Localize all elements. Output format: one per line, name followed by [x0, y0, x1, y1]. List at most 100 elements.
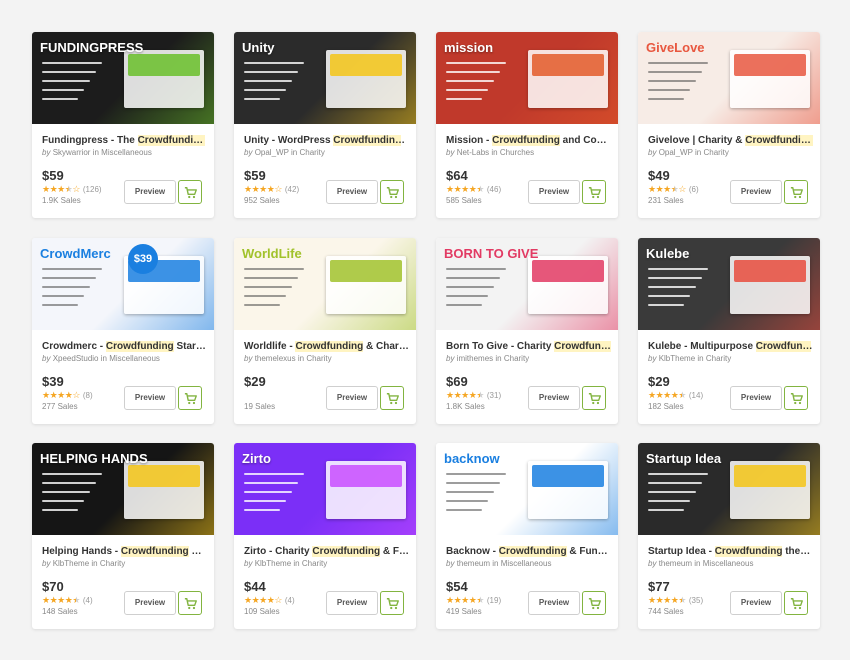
thumbnail-logo: mission — [444, 40, 494, 55]
add-to-cart-button[interactable] — [178, 591, 202, 615]
product-thumbnail[interactable]: HELPING HANDS — [32, 443, 214, 535]
product-thumbnail[interactable]: FUNDINGPRESS — [32, 32, 214, 124]
review-count: (4) — [284, 596, 295, 605]
product-thumbnail[interactable]: CrowdMerc $39 — [32, 238, 214, 330]
author-link[interactable]: KlbTheme — [255, 559, 291, 568]
product-title[interactable]: Born To Give - Charity Crowdfunding... — [446, 341, 611, 352]
author-link[interactable]: Skywarrior — [53, 148, 91, 157]
product-thumbnail[interactable]: BORN TO GIVE — [436, 238, 618, 330]
thumbnail-text-line — [42, 268, 102, 270]
add-to-cart-button[interactable] — [582, 591, 606, 615]
review-count: (4) — [82, 596, 93, 605]
thumbnail-text-line — [244, 89, 286, 91]
author-link[interactable]: XpeedStudio — [53, 354, 99, 363]
by-text: by — [244, 148, 253, 157]
add-to-cart-button[interactable] — [582, 180, 606, 204]
thumbnail-text-line — [244, 482, 298, 484]
thumbnail-screen-accent — [128, 54, 200, 76]
thumbnail-text-line — [648, 295, 690, 297]
author-link[interactable]: KlbTheme — [53, 559, 89, 568]
star-rating: ★★★★☆ (4) — [244, 595, 295, 606]
product-card: FUNDINGPRESS Fundingpress - The Crowdfund… — [32, 32, 214, 218]
thumbnail-text-line — [42, 500, 84, 502]
add-to-cart-button[interactable] — [380, 591, 404, 615]
category-link[interactable]: Charity — [703, 148, 728, 157]
product-thumbnail[interactable]: Unity — [234, 32, 416, 124]
preview-button[interactable]: Preview — [528, 180, 580, 204]
category-link[interactable]: Charity — [706, 354, 731, 363]
category-link[interactable]: Charity — [100, 559, 125, 568]
add-to-cart-button[interactable] — [784, 591, 808, 615]
thumbnail-text-line — [446, 491, 494, 493]
author-link[interactable]: KlbTheme — [659, 354, 695, 363]
product-title[interactable]: Backnow - Crowdfunding & Fundra... — [446, 546, 611, 557]
preview-button[interactable]: Preview — [528, 591, 580, 615]
star-icon: ★ — [461, 390, 469, 400]
title-highlight: Crowdfunding — [714, 546, 783, 557]
product-title[interactable]: Givelove | Charity & Crowdfunding ... — [648, 135, 813, 146]
product-title[interactable]: Worldlife - Crowdfunding & Charity... — [244, 341, 409, 352]
product-title[interactable]: Unity - WordPress Crowdfunding T... — [244, 135, 409, 146]
preview-button[interactable]: Preview — [326, 386, 378, 410]
title-highlight: Crowdfunding — [295, 341, 364, 352]
author-link[interactable]: imithemes — [457, 354, 493, 363]
author-link[interactable]: Opal_WP — [255, 148, 289, 157]
preview-button[interactable]: Preview — [730, 180, 782, 204]
thumbnail-text-line — [446, 473, 506, 475]
preview-button[interactable]: Preview — [730, 591, 782, 615]
category-link[interactable]: Charity — [299, 148, 324, 157]
add-to-cart-button[interactable] — [784, 386, 808, 410]
product-thumbnail[interactable]: Zirto — [234, 443, 416, 535]
preview-button[interactable]: Preview — [124, 180, 176, 204]
product-thumbnail[interactable]: GiveLove — [638, 32, 820, 124]
product-thumbnail[interactable]: backnow — [436, 443, 618, 535]
add-to-cart-button[interactable] — [582, 386, 606, 410]
title-highlight: Crowdfunding — [105, 341, 174, 352]
product-thumbnail[interactable]: mission — [436, 32, 618, 124]
category-link[interactable]: Miscellaneous — [101, 148, 152, 157]
category-link[interactable]: Miscellaneous — [703, 559, 754, 568]
in-text: in — [100, 354, 107, 363]
product-thumbnail[interactable]: Kulebe — [638, 238, 820, 330]
category-link[interactable]: Charity — [504, 354, 529, 363]
category-link[interactable]: Miscellaneous — [109, 354, 160, 363]
thumbnail-text-line — [42, 295, 84, 297]
author-link[interactable]: themelexus — [255, 354, 296, 363]
preview-button[interactable]: Preview — [528, 386, 580, 410]
preview-button[interactable]: Preview — [730, 386, 782, 410]
product-thumbnail[interactable]: Startup Idea — [638, 443, 820, 535]
add-to-cart-button[interactable] — [380, 386, 404, 410]
add-to-cart-button[interactable] — [178, 180, 202, 204]
product-title[interactable]: Startup Idea - Crowdfunding them... — [648, 546, 813, 557]
category-link[interactable]: Churches — [500, 148, 534, 157]
product-title[interactable]: Crowdmerc - Crowdfunding Startu... — [42, 341, 207, 352]
review-count: (8) — [82, 391, 93, 400]
product-title[interactable]: Zirto - Charity Crowdfunding & Fun... — [244, 546, 409, 557]
add-to-cart-button[interactable] — [784, 180, 808, 204]
preview-button[interactable]: Preview — [124, 591, 176, 615]
thumbnail-text-line — [446, 268, 506, 270]
thumbnail-text-line — [244, 268, 304, 270]
product-title[interactable]: Kulebe - Multipurpose Crowdfundi... — [648, 341, 813, 352]
author-link[interactable]: themeum — [457, 559, 490, 568]
author-link[interactable]: Net-Labs — [457, 148, 489, 157]
preview-button[interactable]: Preview — [326, 180, 378, 204]
preview-button[interactable]: Preview — [326, 591, 378, 615]
category-link[interactable]: Charity — [302, 559, 327, 568]
category-link[interactable]: Charity — [306, 354, 331, 363]
thumbnail-text-line — [42, 482, 96, 484]
product-title[interactable]: Fundingpress - The Crowdfunding ... — [42, 135, 207, 146]
product-title[interactable]: Mission - Crowdfunding and Comm... — [446, 135, 611, 146]
star-icon: ☆ — [72, 184, 80, 194]
product-price: $59 — [42, 168, 64, 183]
preview-button[interactable]: Preview — [124, 386, 176, 410]
product-title[interactable]: Helping Hands - Crowdfunding Ch... — [42, 546, 207, 557]
add-to-cart-button[interactable] — [178, 386, 202, 410]
author-link[interactable]: Opal_WP — [659, 148, 693, 157]
author-link[interactable]: themeum — [659, 559, 692, 568]
star-icon: ★ — [461, 184, 469, 194]
add-to-cart-button[interactable] — [380, 180, 404, 204]
thumbnail-screen-accent — [532, 54, 604, 76]
category-link[interactable]: Miscellaneous — [501, 559, 552, 568]
product-thumbnail[interactable]: WorldLife — [234, 238, 416, 330]
